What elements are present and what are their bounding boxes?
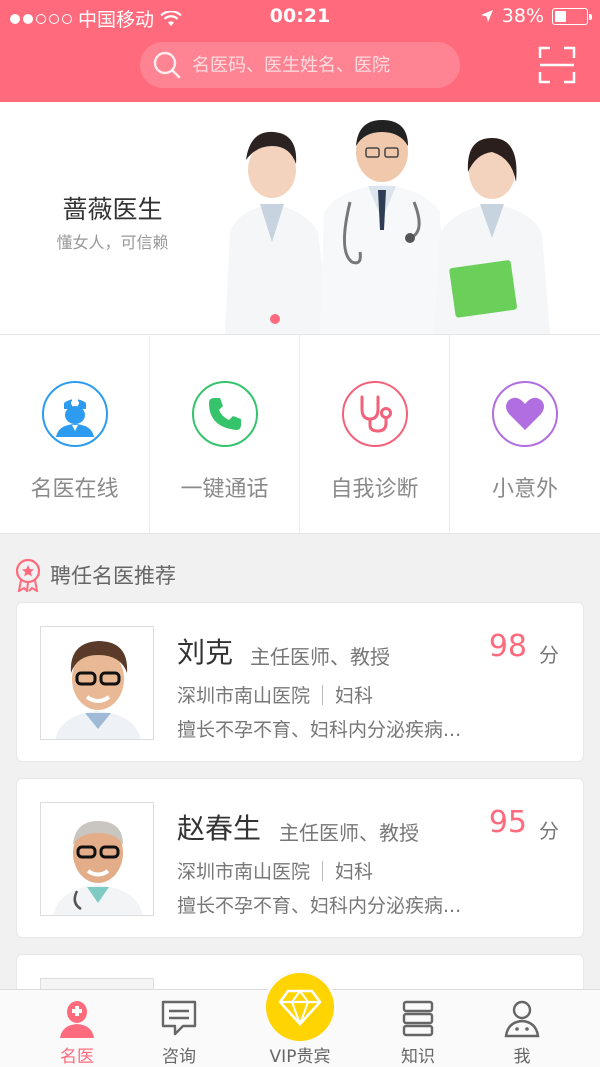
tab-consult[interactable]: 咨询 [129,990,229,1067]
quick-action-one-call[interactable]: 一键通话 [150,335,300,533]
header: 中国移动 00:21 38% [0,0,600,102]
heart-icon [492,381,558,447]
quick-action-accident[interactable]: 小意外 [450,335,600,533]
search-icon [153,51,181,79]
doctor-name: 赵春生 [177,812,262,845]
vip-button[interactable] [266,973,334,1041]
doctor-score: 95 [488,805,527,840]
score-unit: 分 [539,819,559,843]
doctor-department: 妇科 [335,685,374,707]
tab-doctors[interactable]: 名医 [27,990,127,1067]
stethoscope-icon [342,381,408,447]
doctor-description: 擅长不孕不育、妇科内分泌疾病... [177,719,462,741]
tab-me[interactable]: 我 [472,990,572,1067]
banner-title: 蔷薇医生 [62,195,163,224]
search-box[interactable] [140,42,460,88]
doctor-card[interactable]: 赵春生 主任医师、教授 95 分 深圳市南山医院 妇科 擅长不孕不育、妇科内分泌… [16,778,584,938]
scan-icon[interactable] [538,46,576,84]
quick-action-label: 自我诊断 [330,477,419,502]
banner-subtitle: 懂女人，可信赖 [56,233,169,252]
tab-label: 知识 [401,1047,435,1067]
doctor-hospital-row: 深圳市南山医院 妇科 [177,681,373,708]
doctor-title: 主任医师、教授 [279,821,419,845]
doctor-card[interactable]: 刘克 主任医师、教授 98 分 深圳市南山医院 妇科 擅长不孕不育、妇科内分泌疾… [16,602,584,762]
tab-knowledge[interactable]: 知识 [368,990,468,1067]
phone-icon [192,381,258,447]
tab-label: 名医 [60,1047,94,1067]
doctor-avatar [40,802,154,916]
chat-icon [161,1000,197,1036]
quick-action-self-diagnosis[interactable]: 自我诊断 [300,335,450,533]
doctor-avatar [40,626,154,740]
tab-label: VIP贵宾 [269,1047,331,1067]
doctor-tab-icon [60,1001,94,1038]
doctor-description: 擅长不孕不育、妇科内分泌疾病... [177,895,462,917]
doctor-hospital: 深圳市南山医院 [177,861,311,883]
location-arrow-icon [480,10,493,22]
status-bar: 中国移动 00:21 38% [0,0,600,34]
tab-label: 咨询 [162,1047,196,1067]
carousel-indicator [270,314,280,324]
quick-actions: 名医在线 一键通话 自我诊断 小意外 [0,334,600,534]
award-ribbon-icon [15,558,41,592]
doctor-icon [42,381,108,447]
promo-banner[interactable]: 蔷薇医生 懂女人，可信赖 [0,102,600,334]
user-icon [504,1000,540,1038]
section-title: 聘任名医推荐 [50,564,176,588]
doctor-title: 主任医师、教授 [250,645,390,669]
quick-action-doctor-online[interactable]: 名医在线 [0,335,150,533]
doctor-hospital-row: 深圳市南山医院 妇科 [177,857,373,884]
tab-label: 我 [513,1047,531,1067]
search-input[interactable] [192,54,442,76]
divider [322,684,324,705]
section-header: 聘任名医推荐 [14,558,176,592]
battery-icon [552,7,592,25]
battery-percent: 38% [501,5,544,27]
score-unit: 分 [539,643,559,667]
quick-action-label: 名医在线 [30,477,119,502]
quick-action-label: 小意外 [491,477,558,502]
doctor-hospital: 深圳市南山医院 [177,685,311,707]
diamond-icon [278,989,322,1026]
divider [322,860,324,881]
doctor-department: 妇科 [335,861,374,883]
books-icon [402,1000,434,1037]
battery-level [555,10,566,22]
status-bar-right: 38% [480,5,592,27]
doctor-name: 刘克 [177,636,234,669]
doctor-score: 98 [488,629,527,664]
quick-action-label: 一键通话 [180,477,269,502]
doctors-illustration [225,120,550,334]
